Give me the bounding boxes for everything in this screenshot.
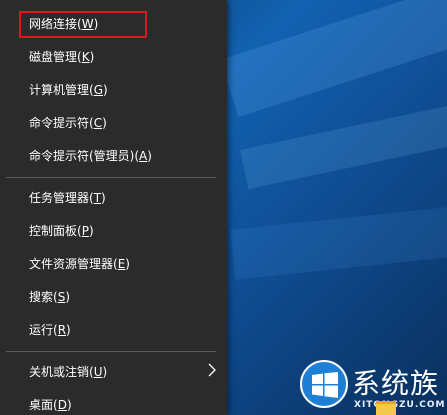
menu-item-label: 命令提示符(C) (29, 116, 107, 130)
menu-item-label: 控制面板(P) (29, 224, 94, 238)
menu-item-desktop[interactable]: 桌面(D) (0, 389, 227, 415)
watermark-title: 系统族 (352, 367, 440, 400)
menu-separator (6, 351, 216, 352)
screen: 系统族 XITONGZU.COM 网络连接(W) 磁盘管理(K) 计算机管理(G… (0, 0, 447, 415)
menu-item-computer-management[interactable]: 计算机管理(G) (0, 74, 227, 107)
light-beam (220, 0, 447, 118)
menu-separator (6, 177, 216, 178)
winx-context-menu: 网络连接(W) 磁盘管理(K) 计算机管理(G) 命令提示符(C) 命令提示符(… (0, 0, 227, 415)
menu-item-label: 文件资源管理器(E) (29, 257, 130, 271)
menu-item-label: 计算机管理(G) (29, 83, 108, 97)
light-beam (230, 202, 447, 280)
windows-logo-icon (300, 360, 348, 408)
menu-item-command-prompt[interactable]: 命令提示符(C) (0, 107, 227, 140)
watermark: 系统族 XITONGZU.COM (296, 356, 447, 415)
folder-icon[interactable] (376, 401, 396, 415)
menu-item-disk-management[interactable]: 磁盘管理(K) (0, 41, 227, 74)
menu-item-search[interactable]: 搜索(S) (0, 281, 227, 314)
chevron-right-icon (208, 363, 216, 377)
menu-item-label: 命令提示符(管理员)(A) (29, 149, 152, 163)
menu-item-task-manager[interactable]: 任务管理器(T) (0, 182, 227, 215)
watermark-subtitle: XITONGZU.COM (354, 400, 446, 410)
menu-item-label: 桌面(D) (29, 398, 72, 412)
menu-item-control-panel[interactable]: 控制面板(P) (0, 215, 227, 248)
menu-item-label: 搜索(S) (29, 290, 70, 304)
menu-item-label: 任务管理器(T) (29, 191, 106, 205)
highlight-annotation-box (19, 11, 147, 38)
menu-item-run[interactable]: 运行(R) (0, 314, 227, 347)
menu-item-label: 关机或注销(U) (29, 365, 108, 379)
menu-item-label: 磁盘管理(K) (29, 50, 95, 64)
menu-item-label: 运行(R) (29, 323, 71, 337)
menu-item-shutdown-or-sign-out[interactable]: 关机或注销(U) (0, 356, 227, 389)
menu-item-file-explorer[interactable]: 文件资源管理器(E) (0, 248, 227, 281)
menu-item-command-prompt-admin[interactable]: 命令提示符(管理员)(A) (0, 140, 227, 173)
